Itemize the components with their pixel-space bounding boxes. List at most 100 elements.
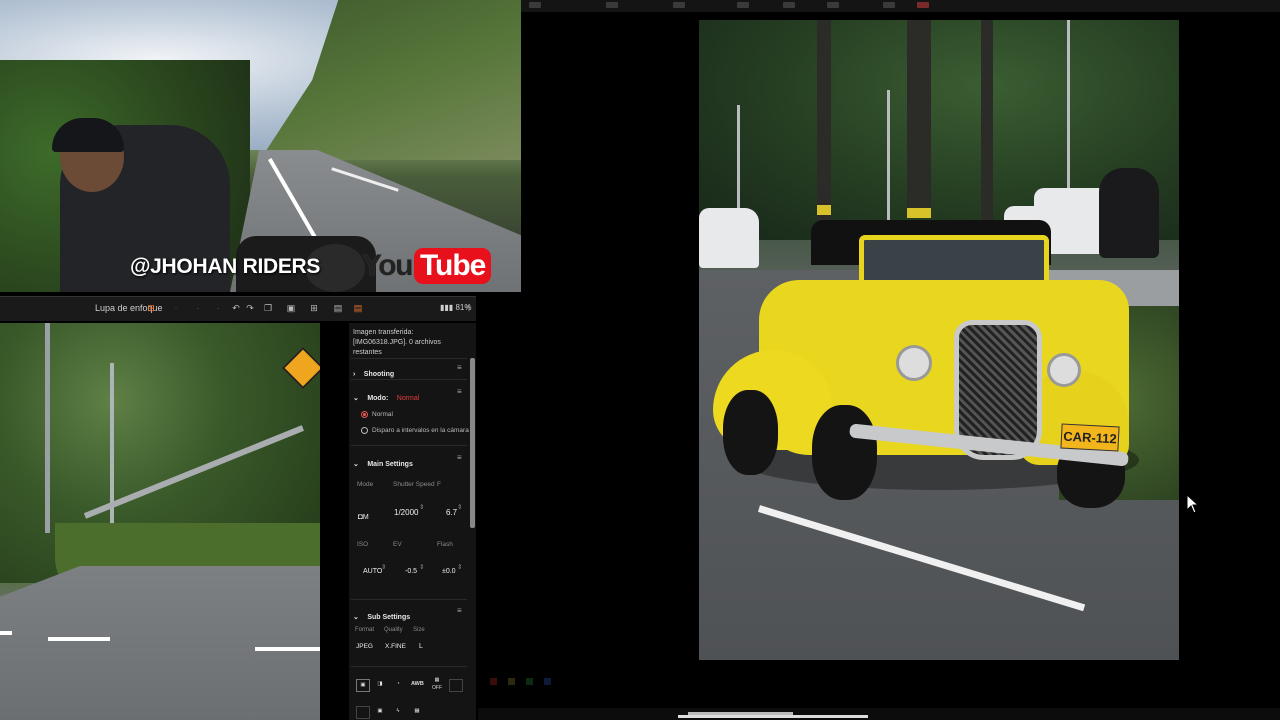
focus-magnifier-icon[interactable]: ⊞ [145, 303, 157, 314]
photo-pole [981, 20, 993, 220]
grid-icon[interactable]: ⊞ [308, 303, 320, 314]
photo-pole [907, 20, 931, 215]
youtube-logo-you: You [362, 249, 413, 282]
radio-icon [361, 427, 368, 434]
record-icon[interactable] [917, 2, 929, 8]
toolbar-icon[interactable] [737, 2, 749, 8]
viewer-top-bar [521, 0, 1280, 12]
mode-section-toggle[interactable]: ⌄ Modo: Normal [353, 387, 419, 405]
transfer-status: Imagen transferida: [IMG06318.JPG]. 0 ar… [353, 329, 441, 356]
timeline-scrubber[interactable] [678, 715, 868, 718]
aperture-label: F [437, 481, 441, 488]
toolbar-icon[interactable] [827, 2, 839, 8]
mode-value: Normal [396, 395, 420, 402]
menu-icon[interactable]: ≡ [457, 363, 462, 372]
color-swatch[interactable] [526, 678, 533, 685]
iso-value[interactable]: AUTO [363, 568, 382, 575]
toolbar-icon[interactable] [783, 2, 795, 8]
divider [351, 445, 467, 446]
mode-header: Modo: [367, 395, 389, 402]
divider [351, 379, 467, 380]
live-view-pole [45, 323, 50, 533]
zoom-step-icon[interactable]: · [192, 303, 204, 314]
shooting-header: Shooting [363, 371, 395, 378]
radio-selected-icon [361, 411, 368, 418]
chevron-down-icon: ⌄ [353, 461, 359, 468]
stepper-icon[interactable]: ⇕ [381, 563, 386, 571]
captured-photo[interactable]: CAR-112 [699, 20, 1179, 660]
mode-option-interval[interactable]: Disparo a intervalos en la cámara [361, 427, 469, 434]
sub-settings-toggle[interactable]: ⌄ Sub Settings [353, 606, 410, 624]
focus-area-button[interactable] [356, 706, 370, 719]
dro-off-label: OFF [432, 685, 442, 691]
toolbar-icon[interactable] [673, 2, 685, 8]
aperture-value[interactable]: 6.7 [446, 508, 457, 517]
color-swatch[interactable] [508, 678, 515, 685]
size-value[interactable]: L [419, 643, 423, 650]
live-view-lane-dash [255, 647, 320, 651]
stepper-icon[interactable]: ⇕ [419, 503, 424, 511]
mode-option-normal[interactable]: Normal [361, 411, 393, 418]
toolbar-icon[interactable] [883, 2, 895, 8]
menu-icon[interactable]: ≡ [457, 387, 462, 396]
live-view-road [0, 566, 320, 720]
divider [351, 666, 467, 667]
zoom-step-icon[interactable]: · [170, 303, 182, 314]
live-view-lane-dash [0, 631, 12, 635]
live-view[interactable] [0, 323, 320, 720]
chevron-down-icon: ⌄ [353, 395, 359, 402]
chevron-right-icon: › [353, 371, 356, 378]
toolbar-icon[interactable] [529, 2, 541, 8]
zoom-step-icon[interactable]: · [212, 303, 224, 314]
menu-icon[interactable]: ≡ [457, 606, 462, 615]
photo-car-headlight [896, 345, 932, 381]
stabilizer-off-button[interactable]: ◔ [392, 679, 404, 690]
sub-settings-header: Sub Settings [367, 614, 411, 621]
flash-value[interactable]: ±0.0 [442, 568, 456, 575]
timeline-progress [688, 712, 793, 715]
focus-mode-button[interactable]: ▣ [374, 706, 386, 717]
shutter-value[interactable]: 1/2000 [394, 508, 418, 517]
stepper-icon[interactable]: ⇕ [457, 563, 462, 571]
dro-off-button[interactable]: ▦ OFF [431, 676, 443, 692]
extra-setting-button[interactable] [449, 679, 463, 692]
license-plate: CAR-112 [1060, 423, 1120, 452]
main-settings-toggle[interactable]: ⌄ Main Settings [353, 453, 413, 471]
live-view-lane-dash [48, 637, 110, 641]
ev-value[interactable]: -0.5 [405, 568, 417, 575]
photo-pole [817, 20, 831, 220]
photo-street-lamp [887, 90, 890, 230]
panel-scrollbar[interactable] [470, 358, 475, 528]
copy-icon[interactable]: ❐ [262, 303, 274, 314]
overlay-icon[interactable]: ▤ [352, 303, 364, 314]
shutter-label: Shutter Speed [393, 481, 435, 488]
photo-car-wheel [723, 390, 778, 475]
photo-street-lamp [1067, 20, 1070, 190]
white-balance-button[interactable]: AWB [411, 679, 424, 690]
mode-selector[interactable]: ◘M [358, 506, 369, 524]
format-value[interactable]: JPEG [356, 643, 373, 650]
drive-mode-button[interactable]: ▣ [356, 679, 370, 692]
frame-icon[interactable]: ▣ [285, 303, 297, 314]
ev-label: EV [393, 541, 402, 548]
quality-value[interactable]: X.FINE [385, 643, 406, 650]
noise-reduction-button[interactable]: ▦ [411, 706, 423, 717]
photo-car-headlight [1047, 353, 1081, 387]
color-swatch[interactable] [544, 678, 551, 685]
rotate-right-icon[interactable]: ↷ [244, 303, 256, 314]
iso-label: ISO [357, 541, 369, 548]
stepper-icon[interactable]: ⇕ [419, 563, 424, 571]
display-icon[interactable]: ▤ [332, 303, 344, 314]
settings-panel: Imagen transferida: [IMG06318.JPG]. 0 ar… [349, 323, 476, 720]
toolbar-icon[interactable] [606, 2, 618, 8]
youtube-logo-tube: Tube [413, 248, 492, 284]
flash-mode-button[interactable]: ϟ [392, 706, 404, 717]
menu-icon[interactable]: ≡ [457, 453, 462, 462]
channel-handle: @JHOHAN RIDERS [130, 255, 321, 278]
pin-icon[interactable]: ⫯ [463, 303, 475, 314]
rotate-left-icon[interactable]: ↶ [230, 303, 242, 314]
metering-button[interactable]: ◨ [374, 679, 386, 690]
photo-car-wheel [812, 405, 877, 500]
color-swatch[interactable] [490, 678, 497, 685]
stepper-icon[interactable]: ⇕ [457, 503, 462, 511]
